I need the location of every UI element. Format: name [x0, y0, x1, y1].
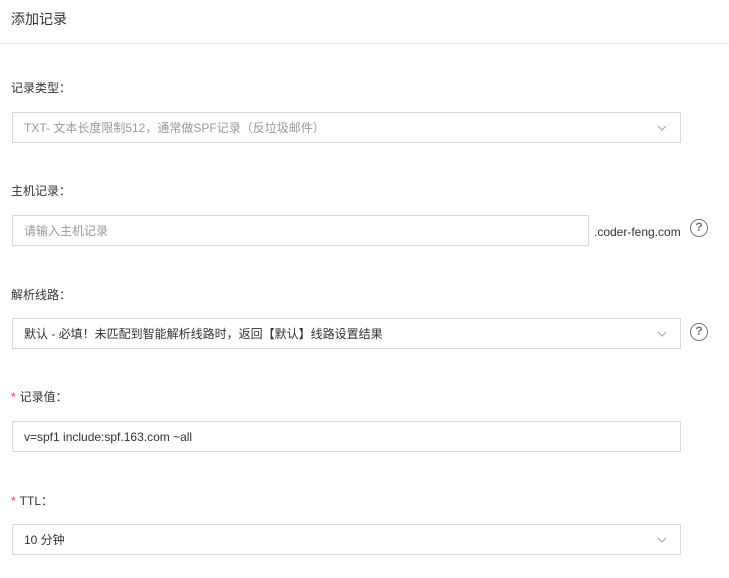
record-value-text: v=spf1 include:spf.163.com ~all: [24, 430, 193, 444]
chevron-down-icon: [657, 331, 667, 337]
required-mark: *: [11, 390, 16, 404]
record-type-selected: TXT- 文本长度限制512，通常做SPF记录（反垃圾邮件）: [24, 121, 325, 135]
record-value-label: * 记录值：: [11, 389, 68, 405]
route-selected: 默认 - 必填！未匹配到智能解析线路时，返回【默认】线路设置结果: [24, 327, 383, 341]
record-value-input[interactable]: v=spf1 include:spf.163.com ~all: [12, 421, 681, 452]
dialog-header: 添加记录: [0, 0, 729, 44]
dialog-title: 添加记录: [11, 11, 67, 27]
ttl-label-text: TTL：: [19, 494, 54, 508]
ttl-select[interactable]: 10 分钟: [12, 524, 681, 555]
ttl-label: * TTL：: [11, 493, 53, 509]
question-circle-icon[interactable]: ?: [690, 219, 708, 237]
host-label: 主机记录：: [11, 184, 72, 198]
chevron-down-icon: [657, 537, 667, 543]
host-input[interactable]: 请输入主机记录: [12, 215, 589, 246]
ttl-selected: 10 分钟: [24, 533, 65, 547]
required-mark: *: [11, 494, 16, 508]
route-label: 解析线路：: [11, 288, 72, 302]
record-type-select[interactable]: TXT- 文本长度限制512，通常做SPF记录（反垃圾邮件）: [12, 112, 681, 143]
route-select[interactable]: 默认 - 必填！未匹配到智能解析线路时，返回【默认】线路设置结果: [12, 318, 681, 349]
add-record-dialog: 添加记录 记录类型： TXT- 文本长度限制512，通常做SPF记录（反垃圾邮件…: [0, 0, 729, 578]
question-circle-icon[interactable]: ?: [690, 323, 708, 341]
record-value-label-text: 记录值：: [19, 390, 68, 404]
host-placeholder: 请输入主机记录: [24, 224, 109, 238]
record-type-label: 记录类型：: [11, 81, 72, 95]
chevron-down-icon: [657, 125, 667, 131]
domain-suffix: .coder-feng.com: [594, 225, 681, 239]
